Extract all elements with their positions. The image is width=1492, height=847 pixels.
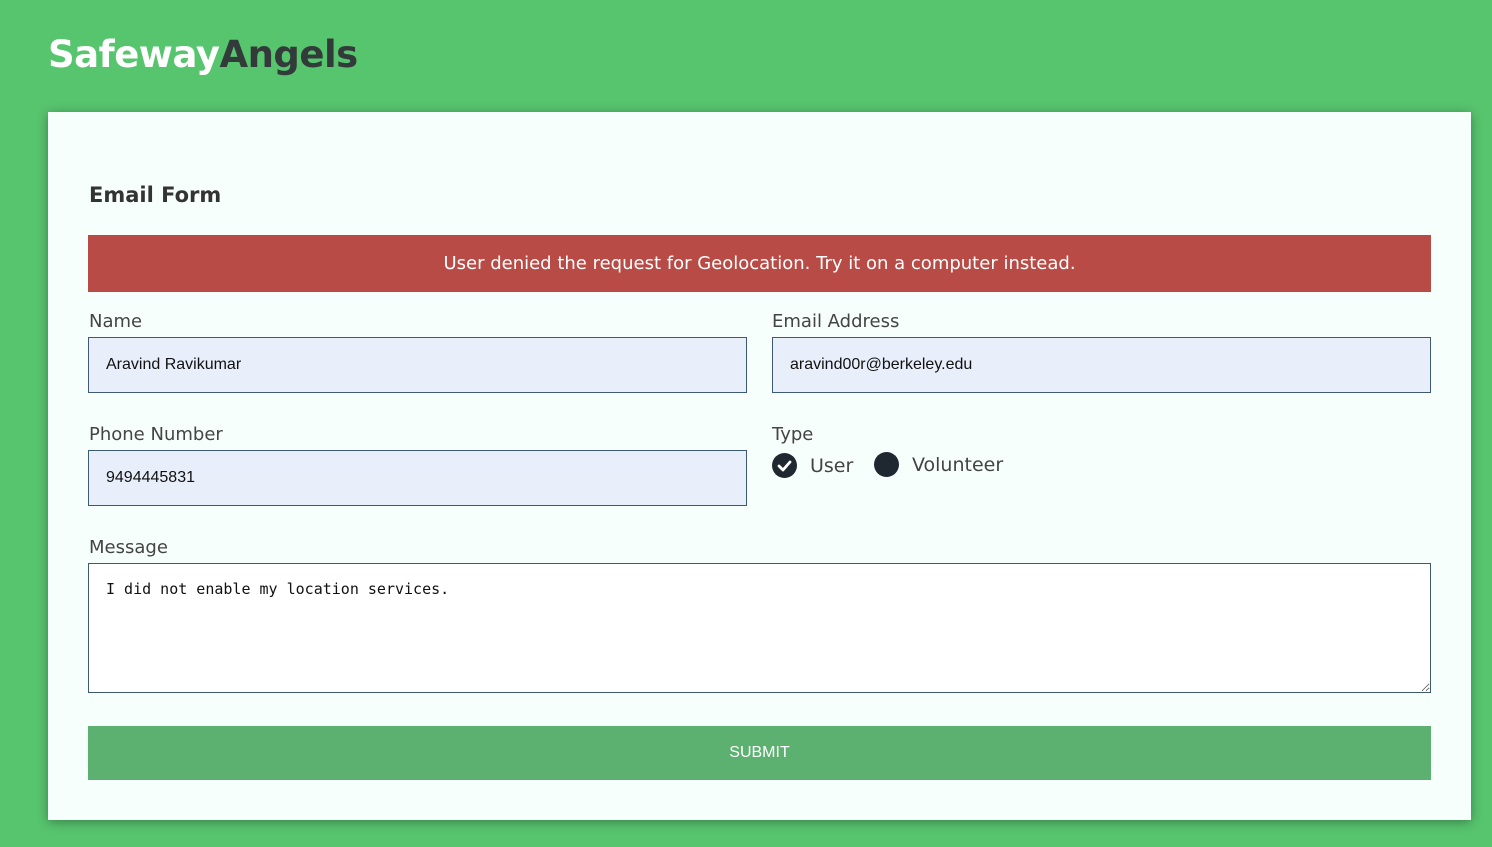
type-option-user[interactable]: User — [772, 453, 853, 478]
email-form-card: Email Form User denied the request for G… — [48, 112, 1471, 820]
check-circle-icon — [772, 453, 797, 478]
brand-part-angels: Angels — [219, 33, 358, 76]
email-input[interactable] — [772, 337, 1431, 393]
phone-label: Phone Number — [89, 424, 223, 445]
brand-logo: SafewayAngels — [48, 30, 358, 80]
message-label: Message — [89, 537, 168, 558]
phone-input[interactable] — [88, 450, 747, 506]
type-label: Type — [772, 424, 814, 445]
form-title: Email Form — [89, 183, 222, 207]
radio-unselected-icon — [874, 452, 899, 477]
type-option-volunteer[interactable]: Volunteer — [874, 452, 1003, 477]
brand-part-safeway: Safeway — [48, 33, 220, 76]
type-option-user-label: User — [810, 454, 854, 477]
name-input[interactable] — [88, 337, 747, 393]
geolocation-error-alert: User denied the request for Geolocation.… — [88, 235, 1431, 292]
email-label: Email Address — [772, 311, 900, 332]
submit-button[interactable]: SUBMIT — [88, 726, 1431, 780]
type-option-volunteer-label: Volunteer — [912, 453, 1004, 476]
message-textarea[interactable]: I did not enable my location services. — [88, 563, 1431, 693]
name-label: Name — [89, 311, 143, 332]
